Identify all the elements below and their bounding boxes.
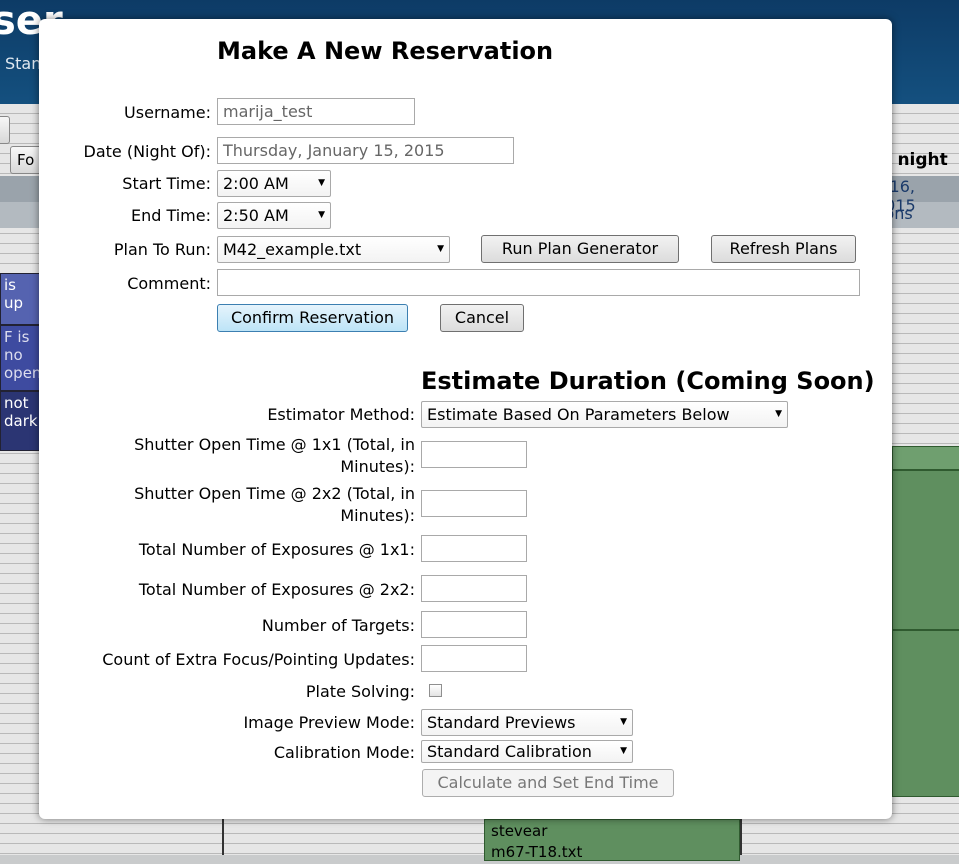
chevron-down-icon: ▼ — [620, 746, 627, 756]
targets-label: Number of Targets: — [261, 616, 415, 635]
calculate-end-time-button[interactable]: Calculate and Set End Time — [422, 769, 674, 797]
exposures-1x1-label: Total Number of Exposures @ 1x1: — [138, 540, 415, 559]
shutter-2x2-input[interactable] — [421, 490, 527, 517]
username-field[interactable]: marija_test — [217, 98, 415, 125]
calibration-mode-label: Calibration Mode: — [273, 743, 415, 762]
shutter-2x2-label-line: Minutes): — [340, 506, 415, 525]
toolbar-button-blank[interactable] — [0, 116, 10, 144]
reservation-block[interactable] — [892, 446, 959, 470]
preview-mode-select[interactable]: Standard Previews ▼ — [421, 709, 633, 736]
exposures-2x2-label: Total Number of Exposures @ 2x2: — [138, 580, 415, 599]
date-label: Date (Night Of): — [83, 142, 212, 161]
targets-input[interactable] — [421, 611, 527, 638]
new-reservation-dialog: Make A New Reservation Username: marija_… — [39, 19, 892, 819]
chevron-down-icon: ▼ — [318, 178, 325, 188]
schedule-block-line: dark — [4, 412, 38, 430]
run-plan-generator-button[interactable]: Run Plan Generator — [481, 235, 679, 263]
username-label: Username: — [124, 103, 211, 122]
date-field[interactable]: Thursday, January 15, 2015 — [217, 137, 514, 164]
plan-value: M42_example.txt — [223, 240, 362, 259]
start-time-label: Start Time: — [122, 174, 211, 193]
shutter-2x2-label-line: Shutter Open Time @ 2x2 (Total, in — [134, 484, 415, 503]
comment-field[interactable] — [217, 269, 860, 296]
shutter-1x1-label-line: Minutes): — [340, 457, 415, 476]
end-time-select[interactable]: 2:50 AM ▼ — [217, 202, 331, 229]
reservation-block[interactable] — [892, 470, 959, 630]
start-time-select[interactable]: 2:00 AM ▼ — [217, 170, 331, 197]
chevron-down-icon: ▼ — [437, 244, 444, 254]
shutter-2x2-label: Shutter Open Time @ 2x2 (Total, in Minut… — [39, 484, 415, 526]
exposures-2x2-input[interactable] — [421, 575, 527, 602]
shutter-1x1-label: Shutter Open Time @ 1x1 (Total, in Minut… — [39, 435, 415, 477]
dialog-title: Make A New Reservation — [217, 37, 554, 65]
schedule-block-line: open — [4, 364, 42, 382]
end-time-label: End Time: — [130, 206, 211, 225]
exposures-1x1-input[interactable] — [421, 535, 527, 562]
estimator-method-value: Estimate Based On Parameters Below — [427, 405, 730, 424]
plate-solving-label: Plate Solving: — [305, 682, 415, 701]
confirm-reservation-button[interactable]: Confirm Reservation — [217, 304, 408, 332]
schedule-block[interactable]: not dark — [0, 391, 40, 451]
reservation-plan: m67-T18.txt — [491, 843, 583, 861]
schedule-block-line: F is no — [4, 328, 30, 364]
chevron-down-icon: ▼ — [620, 717, 627, 727]
refresh-plans-button[interactable]: Refresh Plans — [711, 235, 856, 263]
preview-mode-label: Image Preview Mode: — [243, 713, 415, 732]
calibration-mode-value: Standard Calibration — [427, 742, 592, 761]
column-divider — [222, 819, 224, 855]
preview-mode-value: Standard Previews — [427, 713, 576, 732]
focus-updates-label: Count of Extra Focus/Pointing Updates: — [102, 650, 415, 669]
reservation-user: stevear — [491, 822, 548, 840]
chevron-down-icon: ▼ — [318, 210, 325, 220]
shutter-1x1-label-line: Shutter Open Time @ 1x1 (Total, in — [134, 435, 415, 454]
column-divider — [740, 819, 742, 855]
cancel-button[interactable]: Cancel — [440, 304, 524, 332]
end-time-value: 2:50 AM — [223, 206, 289, 225]
schedule-block[interactable]: F is no open — [0, 325, 42, 391]
start-time-value: 2:00 AM — [223, 174, 289, 193]
schedule-block-line: not — [4, 394, 29, 412]
schedule-block-line: is — [4, 276, 16, 294]
app-subtitle: Stan — [5, 54, 42, 73]
schedule-block-line: up — [4, 294, 24, 312]
schedule-block[interactable]: is up — [0, 273, 40, 325]
calibration-mode-select[interactable]: Standard Calibration ▼ — [421, 740, 633, 763]
plan-label: Plan To Run: — [113, 240, 211, 259]
chevron-down-icon: ▼ — [775, 409, 782, 419]
comment-label: Comment: — [127, 274, 211, 293]
plan-select[interactable]: M42_example.txt ▼ — [217, 236, 450, 263]
estimator-method-label: Estimator Method: — [267, 405, 415, 424]
estimate-section-title: Estimate Duration (Coming Soon) — [421, 367, 875, 395]
focus-updates-input[interactable] — [421, 645, 527, 672]
estimator-method-select[interactable]: Estimate Based On Parameters Below ▼ — [421, 401, 788, 428]
reservation-block[interactable] — [892, 630, 959, 797]
plate-solving-checkbox[interactable] — [429, 684, 442, 697]
shutter-1x1-input[interactable] — [421, 441, 527, 468]
